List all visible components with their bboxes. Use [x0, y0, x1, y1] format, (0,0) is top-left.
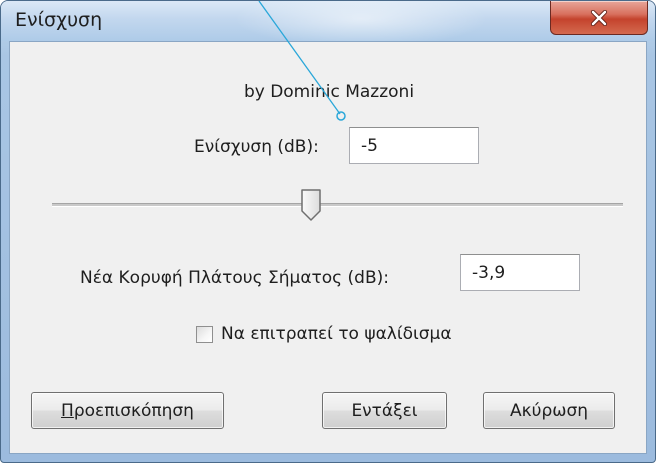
new-peak-amplitude-input[interactable]: [460, 254, 580, 291]
allow-clipping-label: Να επιτραπεί το ψαλίδισμα: [221, 324, 452, 344]
amplification-label: Ενίσχυση (dB):: [194, 137, 319, 157]
cancel-button[interactable]: Ακύρωση: [483, 392, 615, 429]
author-text: by Dominic Mazzoni: [243, 82, 415, 102]
close-x-icon: [590, 9, 608, 26]
close-button[interactable]: [550, 1, 648, 35]
slider-thumb-icon[interactable]: [300, 188, 322, 222]
preview-label: ροεπισκόπηση: [73, 400, 194, 421]
preview-mnemonic: Π: [61, 400, 74, 421]
amplification-slider-track[interactable]: [52, 203, 623, 207]
new-peak-amplitude-label: Νέα Κορυφή Πλάτους Σήματος (dB):: [80, 268, 389, 288]
ok-button[interactable]: Εντάξει: [322, 392, 447, 429]
window-title: Ενίσχυση: [15, 9, 103, 31]
amplification-input[interactable]: [349, 127, 479, 164]
allow-clipping-checkbox[interactable]: [196, 325, 213, 343]
dialog-body: by Dominic Mazzoni Ενίσχυση (dB): Νέα Κο…: [9, 41, 647, 454]
title-bar[interactable]: Ενίσχυση: [1, 1, 655, 41]
amplify-dialog-window: Ενίσχυση by Dominic Mazzoni Ενίσχυση (dB…: [0, 0, 656, 463]
preview-button[interactable]: Προεπισκόπηση: [31, 392, 224, 429]
allow-clipping-row[interactable]: Να επιτραπεί το ψαλίδισμα: [196, 324, 452, 344]
